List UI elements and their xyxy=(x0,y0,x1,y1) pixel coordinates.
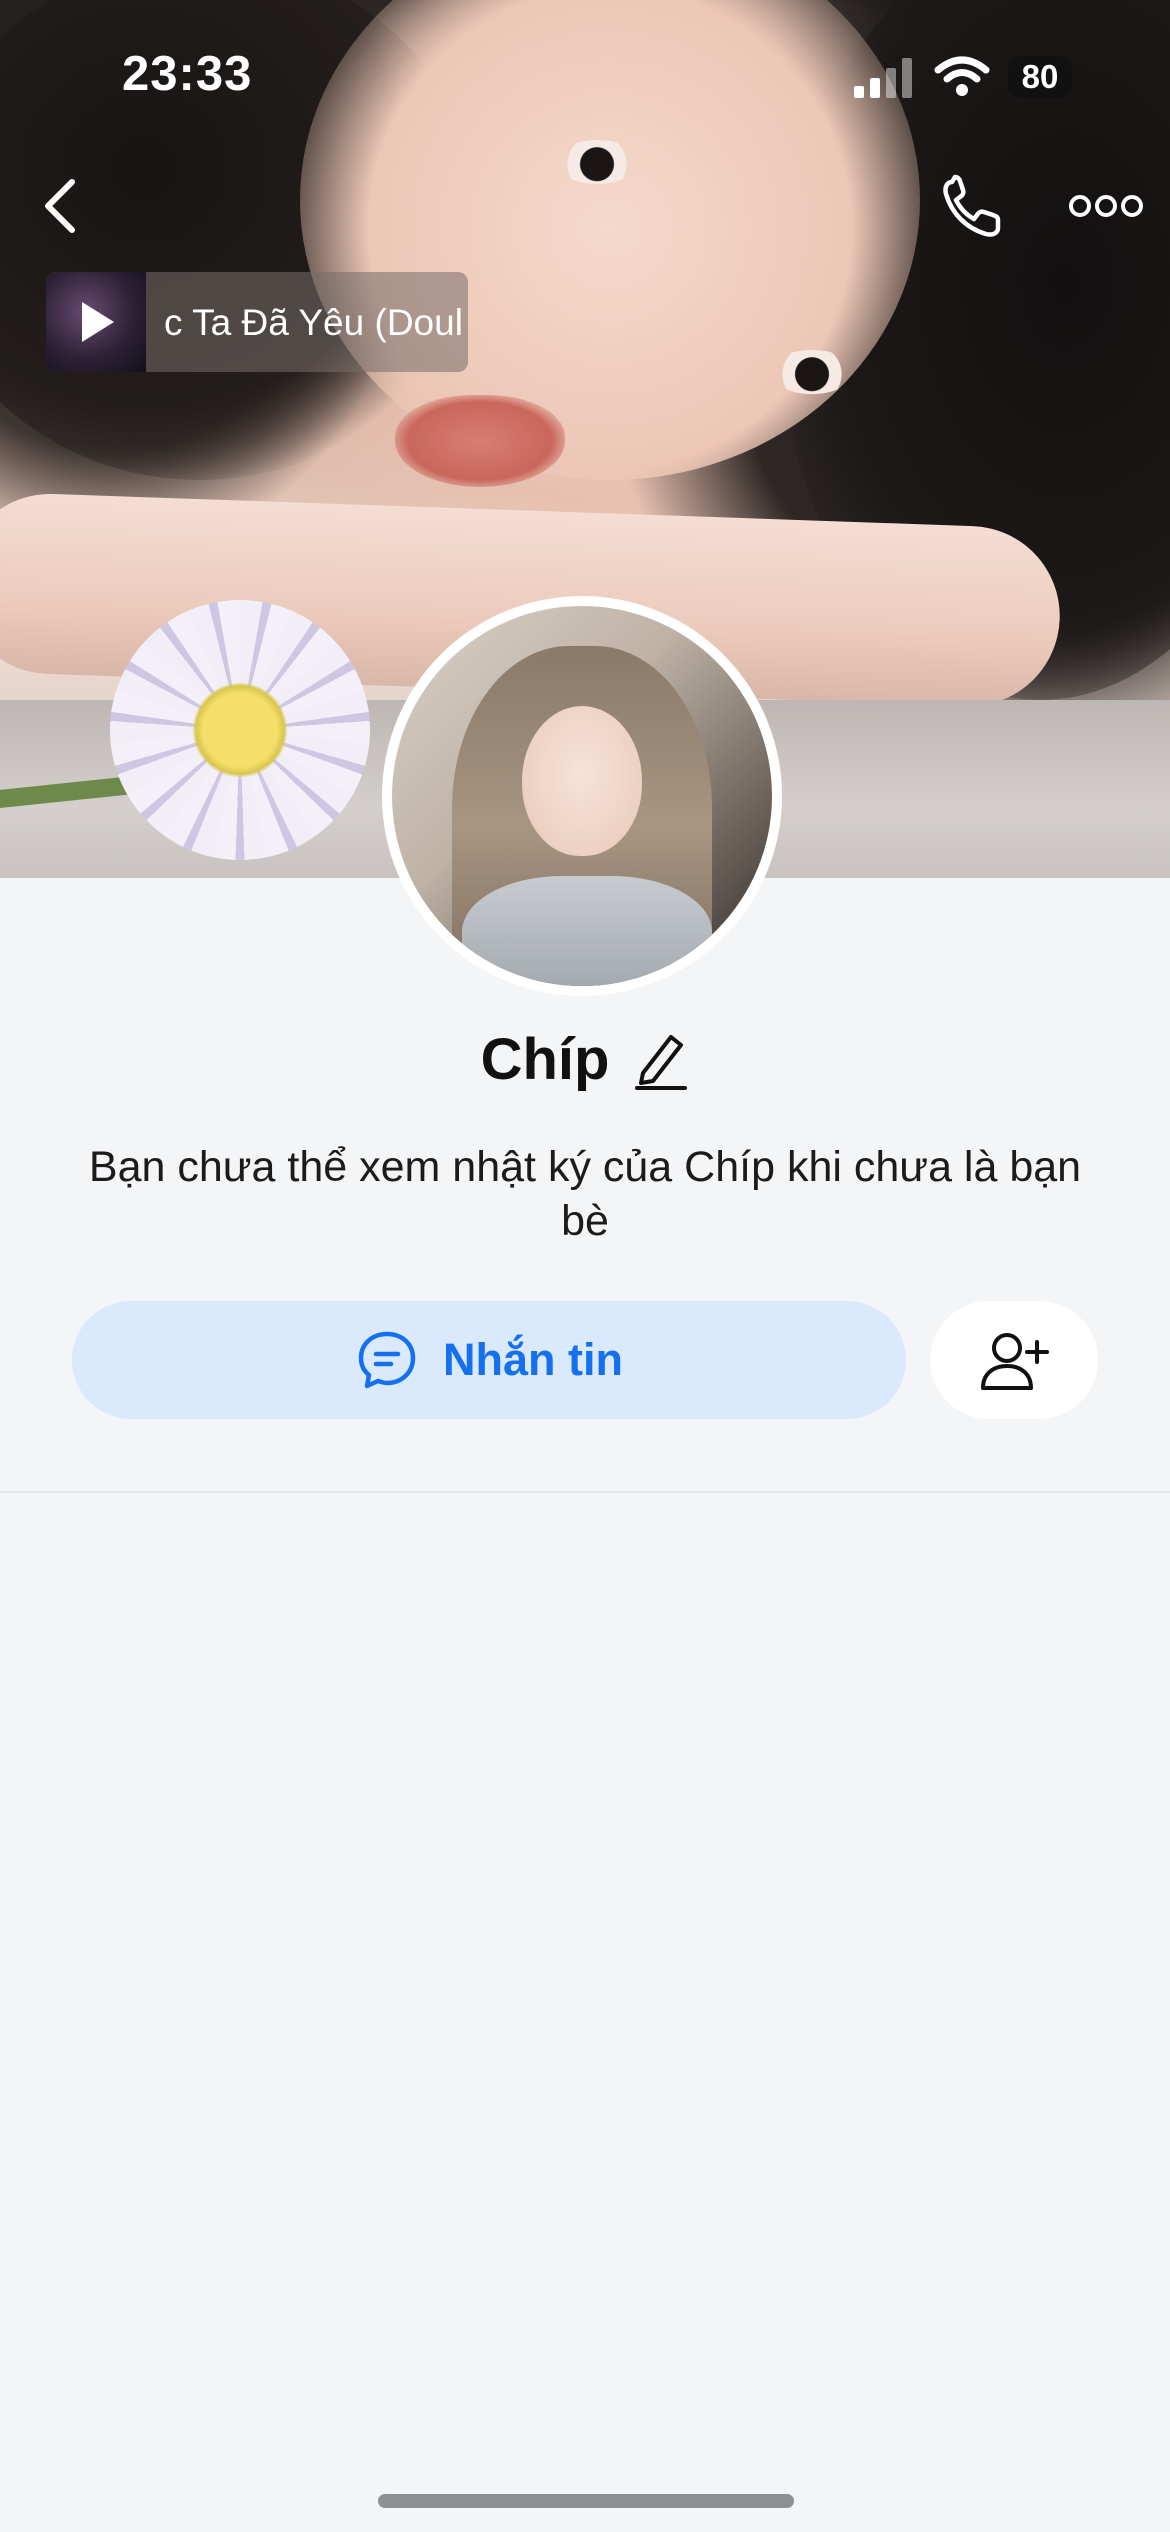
profile-name: Chíp xyxy=(480,1027,610,1092)
add-user-icon xyxy=(981,1333,1049,1390)
cover-eye-right xyxy=(770,350,854,394)
add-friend-button[interactable] xyxy=(930,1301,1098,1419)
avatar[interactable] xyxy=(382,596,782,996)
privacy-note: Bạn chưa thể xem nhật ký của Chíp khi ch… xyxy=(88,1143,1082,1245)
home-indicator[interactable] xyxy=(378,2494,794,2508)
flower xyxy=(110,600,370,860)
message-button-label: Nhắn tin xyxy=(443,1334,623,1385)
play-icon[interactable] xyxy=(82,302,114,342)
cover-eye-left xyxy=(555,140,639,184)
profile-music-player[interactable]: c Ta Đã Yêu (Doul xyxy=(46,272,468,372)
pencil-icon[interactable] xyxy=(633,1029,689,1091)
cellular-signal-icon xyxy=(854,58,912,98)
avatar-photo xyxy=(392,606,772,986)
avatar-body xyxy=(462,876,712,986)
profile-name-row: Chíp xyxy=(0,1026,1170,1093)
chat-bubble-icon xyxy=(358,1331,416,1389)
more-options-button[interactable] xyxy=(1068,190,1144,222)
battery-indicator: 80 xyxy=(1008,56,1072,98)
wifi-icon xyxy=(934,56,990,96)
status-time: 23:33 xyxy=(122,47,253,101)
section-divider xyxy=(0,1491,1170,1493)
call-button[interactable] xyxy=(938,172,1008,242)
avatar-face xyxy=(522,706,642,856)
back-button[interactable] xyxy=(36,176,90,236)
music-title: c Ta Đã Yêu (Doul xyxy=(164,302,463,343)
message-button[interactable]: Nhắn tin xyxy=(72,1301,906,1419)
cover-lips xyxy=(395,395,565,487)
